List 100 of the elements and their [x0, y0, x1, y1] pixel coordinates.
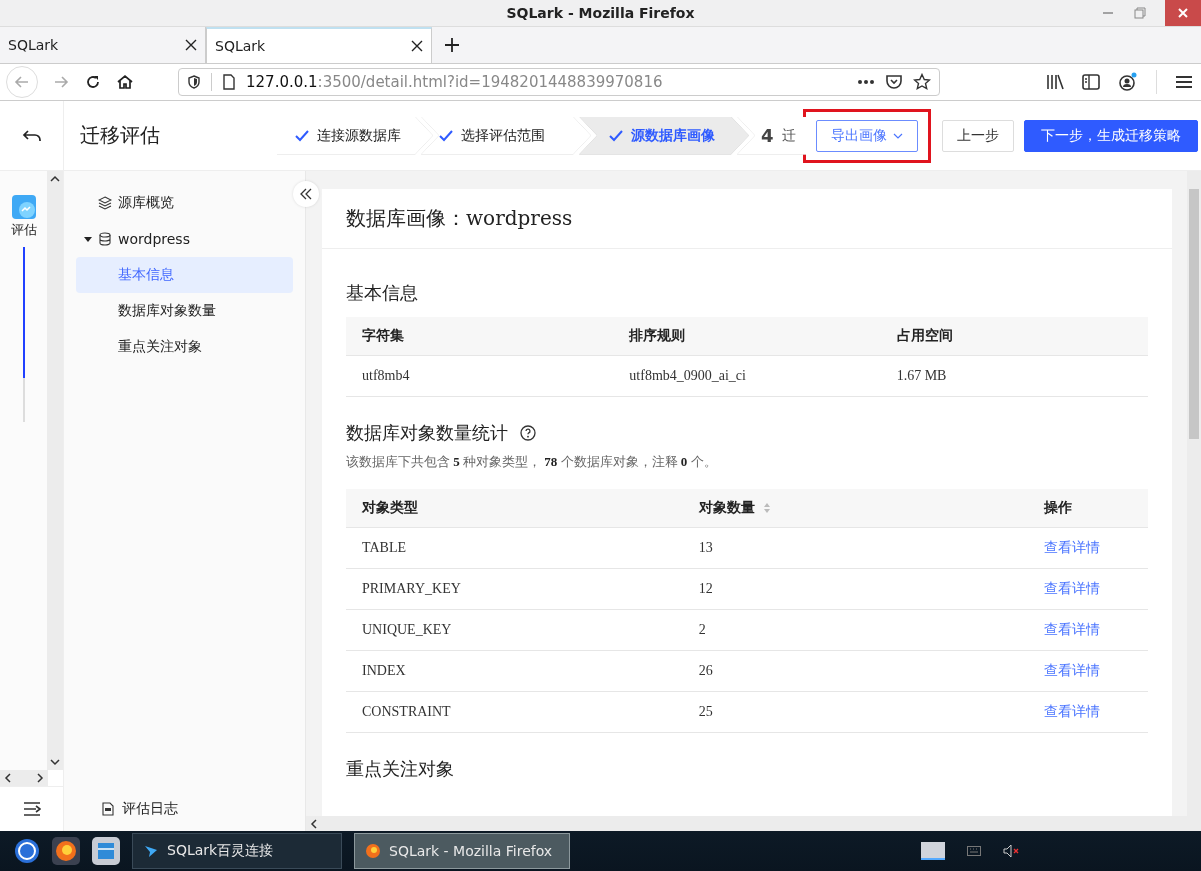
step-number: 4 [761, 125, 774, 146]
details-link[interactable]: 查看详情 [1043, 662, 1100, 678]
details-link[interactable]: 查看详情 [1043, 539, 1100, 555]
firefox-icon[interactable] [52, 837, 80, 865]
taskbar-button[interactable]: SQLark百灵连接 [132, 833, 342, 869]
nav-label: 评估 [10, 221, 37, 239]
table-cell: utf8mb4_0900_ai_ci [613, 355, 881, 397]
library-icon[interactable] [1046, 74, 1064, 90]
tree-item[interactable]: 源库概览 [76, 185, 293, 221]
tree-item[interactable]: wordpress [76, 221, 293, 257]
scroll-up-icon[interactable] [50, 175, 61, 183]
close-icon[interactable] [185, 39, 197, 51]
collapse-button[interactable] [293, 181, 319, 207]
log-file-icon [102, 802, 114, 816]
close-button[interactable] [1165, 0, 1201, 26]
section-title: 重点关注对象 [346, 757, 454, 781]
caret-icon[interactable] [84, 235, 92, 243]
column-header: 占用空间 [880, 317, 1148, 356]
scrollbar[interactable] [1187, 171, 1201, 816]
keyboard-icon[interactable] [967, 846, 981, 856]
horizontal-scrollbar[interactable] [0, 770, 48, 786]
tree-item[interactable]: 数据库对象数量 [76, 293, 293, 329]
tab-title: SQLark [215, 38, 266, 54]
help-icon[interactable] [520, 425, 536, 441]
sidebar-icon[interactable] [1082, 74, 1100, 90]
new-tab-icon[interactable] [444, 37, 460, 53]
export-dropdown[interactable]: 导出画像 [816, 119, 918, 152]
horizontal-scrollbar[interactable] [306, 816, 1201, 831]
table-cell: 2 [682, 609, 1028, 651]
chart-icon [11, 195, 36, 219]
window-title: SQLark - Mozilla Firefox [506, 5, 695, 21]
firefox-icon [365, 843, 381, 859]
file-manager-icon[interactable] [92, 837, 120, 865]
table-cell: 13 [682, 527, 1028, 569]
log-label: 评估日志 [122, 800, 178, 818]
details-link[interactable]: 查看详情 [1043, 580, 1100, 596]
menu-icon[interactable] [1175, 74, 1193, 90]
column-header: 排序规则 [613, 317, 881, 356]
step-label: 选择评估范围 [461, 126, 545, 145]
layers-icon [98, 196, 112, 210]
table-cell: 1.67 MB [880, 355, 1148, 397]
column-header: 操作 [1027, 489, 1148, 528]
address-field[interactable]: 127.0.0.1:3500/detail.html?id=1948201448839970816 [178, 68, 940, 96]
caret-icon [893, 132, 903, 139]
tree-label: wordpress [118, 231, 190, 247]
scroll-right-icon[interactable] [36, 773, 44, 783]
shield-icon[interactable] [187, 75, 201, 89]
tree-label: 源库概览 [118, 194, 174, 212]
summary-text: 该数据库下共包含 5 种对象类型， 78 个数据库对象，注释 0 个。 [346, 453, 718, 471]
table-cell: 25 [682, 691, 1028, 733]
url-text: 127.0.0.1:3500/detail.html?id=1948201448839970816 [246, 73, 664, 91]
table-cell: utf8mb4 [346, 355, 614, 397]
page-icon [222, 74, 236, 90]
table-cell: TABLE [346, 527, 683, 569]
volume-icon[interactable] [1003, 844, 1021, 858]
details-link[interactable]: 查看详情 [1043, 703, 1100, 719]
column-header: 字符集 [346, 317, 614, 356]
table-cell: 26 [682, 650, 1028, 692]
home-icon[interactable] [116, 73, 134, 91]
back-icon[interactable] [21, 128, 42, 143]
taskbar-button[interactable]: SQLark - Mozilla Firefox [354, 833, 570, 869]
table-cell: UNIQUE_KEY [346, 609, 683, 651]
close-icon[interactable] [411, 40, 423, 52]
step-button[interactable]: 上一步 [942, 119, 1014, 152]
section-title: 基本信息 [346, 281, 418, 305]
account-icon[interactable] [1118, 72, 1138, 92]
double-chevron-icon [300, 188, 312, 200]
scroll-left-icon[interactable] [310, 818, 318, 829]
table-cell: INDEX [346, 650, 683, 692]
scroll-left-icon[interactable] [4, 773, 12, 783]
page-title: 迁移评估 [80, 122, 161, 149]
tab-title: SQLark [8, 37, 59, 53]
table-cell: CONSTRAINT [346, 691, 683, 733]
table-cell: PRIMARY_KEY [346, 568, 683, 610]
step-label: 连接源数据库 [317, 126, 401, 145]
column-header: 对象类型 [346, 489, 683, 528]
step-label: 迁 [781, 126, 796, 145]
reload-icon[interactable] [84, 73, 102, 91]
table-cell: 12 [682, 568, 1028, 610]
card-title: 数据库画像：wordpress [322, 189, 1172, 249]
scrollbar[interactable] [47, 171, 63, 770]
browser-tab[interactable]: SQLark [206, 27, 432, 63]
menu-icon[interactable] [22, 801, 41, 817]
close-icon [1177, 7, 1189, 19]
tree-item[interactable]: 基本信息 [76, 257, 293, 293]
column-header[interactable]: 对象数量 [682, 489, 1028, 528]
section-title: 数据库对象数量统计 [346, 421, 508, 445]
database-icon [98, 232, 112, 246]
details-link[interactable]: 查看详情 [1043, 621, 1100, 637]
step-button[interactable]: 下一步，生成迁移策略 [1024, 119, 1198, 152]
more-icon[interactable] [857, 79, 875, 85]
step-label: 源数据库画像 [631, 126, 715, 145]
pocket-icon[interactable] [885, 73, 903, 91]
log-item[interactable]: 评估日志 [64, 787, 305, 831]
tree-item[interactable]: 重点关注对象 [76, 329, 293, 365]
nav-item[interactable]: 评估 [10, 195, 37, 239]
scroll-down-icon[interactable] [50, 758, 61, 766]
star-icon[interactable] [913, 73, 931, 91]
start-button[interactable] [14, 838, 40, 864]
bird-icon [143, 843, 159, 859]
